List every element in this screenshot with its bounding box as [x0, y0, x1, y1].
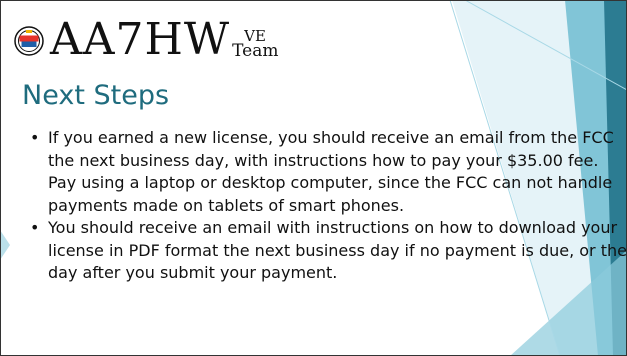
bullet-dot-icon: • — [30, 218, 40, 237]
slide: AA7HW VE Team Next Steps • If you earned… — [0, 0, 627, 356]
bullet-item: • If you earned a new license, you shoul… — [30, 127, 627, 217]
ham-it-up-badge-icon — [14, 26, 44, 56]
logo-team: Team — [232, 41, 279, 61]
logo-callsign: AA7HW — [50, 14, 231, 65]
bullet-text: You should receive an email with instruc… — [48, 218, 627, 282]
logo: AA7HW VE Team — [14, 14, 278, 62]
bullet-dot-icon: • — [30, 128, 40, 147]
bullet-item: • You should receive an email with instr… — [30, 217, 627, 285]
deco-left-sliver — [0, 230, 10, 260]
slide-title: Next Steps — [22, 80, 170, 111]
bullet-text: If you earned a new license, you should … — [48, 128, 614, 215]
bullet-list: • If you earned a new license, you shoul… — [30, 127, 627, 285]
logo-ve-team: VE Team — [232, 29, 279, 61]
